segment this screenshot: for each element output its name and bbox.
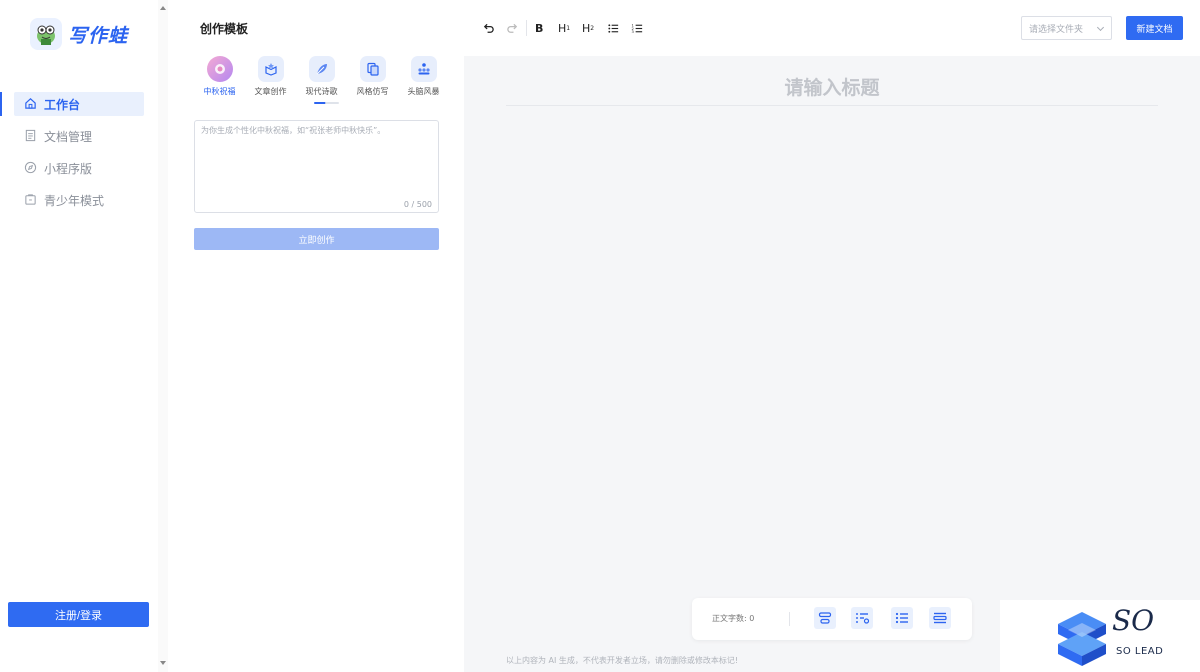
sidebar-item-documents[interactable]: 文档管理 [14,124,144,148]
redo-icon[interactable] [506,20,519,36]
ai-disclaimer: 以上内容为 AI 生成，不代表开发者立场，请勿删除或修改本标记! [506,656,739,665]
editor-area: 正文字数: 0 以上内容为 AI 生成，不代表开发者立场，请勿删除或修改本标记! [464,56,1200,672]
solead-watermark: SO SO LEAD [1000,600,1200,672]
sidebar-item-teen-mode[interactable]: 青少年模式 [14,188,144,212]
word-count: 正文字数: 0 [712,613,754,624]
list-settings-icon[interactable] [851,607,873,629]
tab-label: 中秋祝福 [203,87,236,96]
sidebar-item-label: 青少年模式 [44,193,105,208]
sidebar-item-label: 小程序版 [44,161,93,176]
ordered-list-icon[interactable]: 123 [631,20,644,36]
tab-poetry[interactable]: 现代诗歌 [296,56,347,104]
sidebar-item-workbench[interactable]: 工作台 [0,92,144,116]
box-icon [257,56,284,82]
bold-button[interactable]: B [535,20,543,36]
sidebar-nav: 工作台 文档管理 小程序版 青少年模式 [0,92,144,220]
bullet-list-icon[interactable] [607,20,620,36]
frog-logo-icon [30,18,62,50]
chevron-down-icon [1096,23,1105,32]
people-icon [410,56,437,82]
prompt-input[interactable] [195,121,438,191]
compass-icon [24,161,37,174]
bottom-bar-separator [789,612,790,626]
template-panel: 创作模板 中秋祝福 文章创作 现代诗歌 风格仿写 头脑风暴 为你生成个性化中秋祝… [168,0,464,672]
outline-icon[interactable] [929,607,951,629]
document-icon [24,129,37,142]
word-count-value: 0 [749,614,755,623]
feather-icon [308,56,335,82]
copy-icon [359,56,386,82]
svg-text:3: 3 [631,30,634,34]
scroll-up-icon[interactable] [160,6,166,10]
tab-article[interactable]: 文章创作 [245,56,296,97]
sidebar: 写作蛙 工作台 文档管理 小程序版 青少年模式 注册/登录 [0,0,158,672]
tab-label: 文章创作 [254,87,287,96]
heading-2-sub: 2 [590,24,595,32]
watermark-name: SO LEAD [1116,646,1164,657]
home-icon [24,97,37,110]
tab-style-imitation[interactable]: 风格仿写 [347,56,398,97]
login-button[interactable]: 注册/登录 [8,602,149,627]
watermark-brand: SO [1112,604,1155,637]
shield-icon [24,193,37,206]
word-count-label: 正文字数: [712,614,747,623]
title-input[interactable] [506,70,1158,106]
sidebar-item-miniprogram[interactable]: 小程序版 [14,156,144,180]
tab-label: 头脑风暴 [407,87,440,96]
tab-label: 风格仿写 [356,87,389,96]
create-button[interactable]: 立即创作 [194,228,439,250]
logo-text: 写作蛙 [68,24,129,47]
folder-select[interactable]: 请选择文件夹 [1021,16,1112,40]
sidebar-item-label: 工作台 [44,97,81,112]
undo-icon[interactable] [482,20,495,36]
sidebar-scrollbar[interactable] [158,0,168,672]
editor-bottom-bar: 正文字数: 0 [692,598,972,640]
sidebar-item-label: 文档管理 [44,129,93,144]
template-tabs: 中秋祝福 文章创作 现代诗歌 风格仿写 头脑风暴 [194,56,449,104]
tab-brainstorm[interactable]: 头脑风暴 [398,56,449,97]
folder-select-placeholder: 请选择文件夹 [1029,24,1084,35]
heading-2-label: H [582,21,591,35]
editor-toolbar: B H1 H2 123 请选择文件夹 新建文档 [464,0,1200,56]
char-counter: 0 / 500 [403,200,432,209]
app-logo[interactable]: 写作蛙 [30,18,128,50]
tab-mid-autumn[interactable]: 中秋祝福 [194,56,245,97]
heading-1-sub: 1 [566,24,571,32]
mooncake-icon [206,56,233,82]
tab-indicator-track [325,102,339,104]
align-center-icon[interactable] [814,607,836,629]
heading-1-button[interactable]: H1 [558,20,570,36]
new-document-button[interactable]: 新建文档 [1126,16,1183,40]
prompt-box: 0 / 500 [194,120,439,213]
heading-2-button[interactable]: H2 [582,20,594,36]
heading-1-label: H [558,21,567,35]
solead-logo-icon [1058,612,1106,666]
tab-label: 现代诗歌 [305,87,338,96]
toolbar-separator [526,20,527,36]
panel-title: 创作模板 [200,22,249,36]
scroll-down-icon[interactable] [160,661,166,665]
list-icon[interactable] [891,607,913,629]
app-root: 写作蛙 工作台 文档管理 小程序版 青少年模式 注册/登录 创作模板 中秋祝福 … [0,0,1200,672]
